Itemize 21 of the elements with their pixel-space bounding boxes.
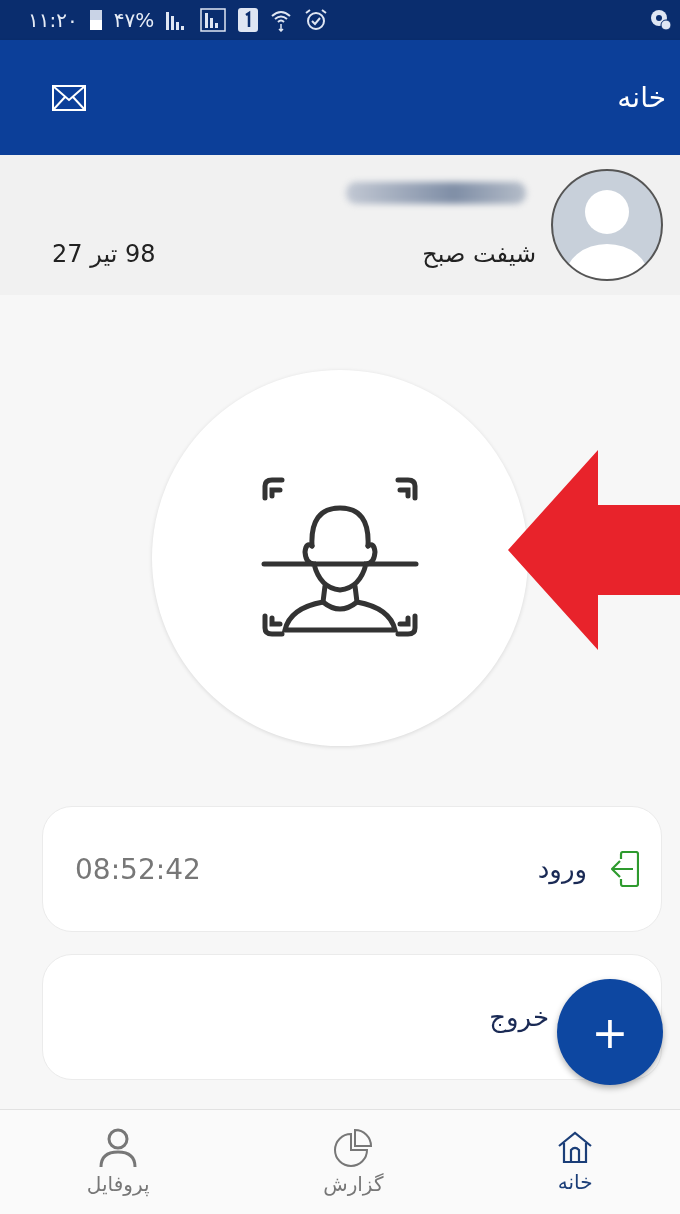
person-icon [98,1128,139,1168]
nav-tab[interactable]: پروفایل [66,1128,170,1196]
page-title: خانه [617,81,666,114]
battery-icon [89,10,102,30]
home-icon [557,1130,594,1166]
login-icon [611,851,639,887]
wifi-icon [270,8,293,32]
nav-tab[interactable]: خانه [537,1130,614,1194]
shift-text: شیفت صبح [422,240,536,268]
sim-icon [238,8,259,32]
gear-icon [650,9,672,31]
mail-icon[interactable] [52,84,86,111]
nav-tab[interactable]: گزارش [303,1128,404,1196]
signal-icon [200,8,227,32]
pie-chart-icon [333,1128,374,1168]
battery-percent: ۴۷% [113,8,155,32]
time-text: 08:52:42 [75,852,201,886]
attendance-label: ورود [537,854,587,884]
attendance-label: خروج [489,1002,549,1032]
clock: ۱۱:۲۰ [28,8,78,32]
alarm-icon [304,8,329,32]
